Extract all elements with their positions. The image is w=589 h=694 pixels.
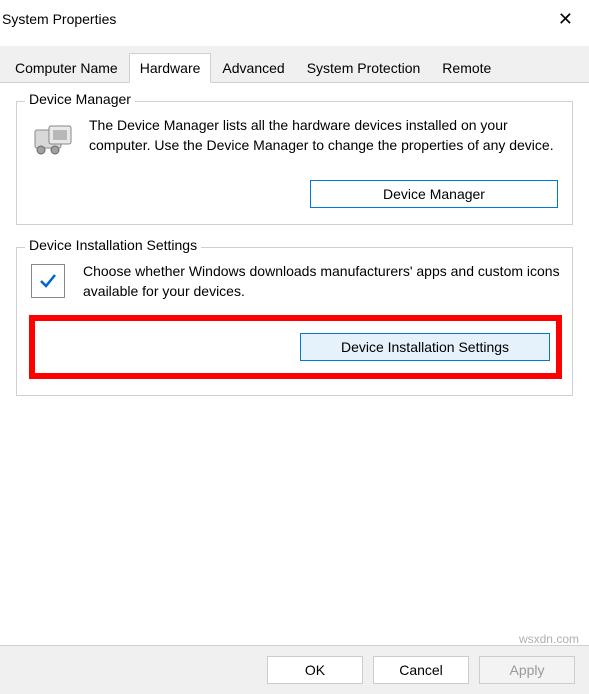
tab-remote[interactable]: Remote (431, 53, 502, 83)
titlebar: System Properties ✕ (0, 0, 589, 32)
watermark: wsxdn.com (519, 632, 579, 646)
tab-computer-name[interactable]: Computer Name (4, 53, 129, 83)
dialog-footer: OK Cancel Apply (0, 645, 589, 694)
tab-system-protection[interactable]: System Protection (296, 53, 432, 83)
ok-button[interactable]: OK (267, 656, 363, 684)
groupbox-title: Device Installation Settings (25, 237, 201, 253)
device-manager-button[interactable]: Device Manager (310, 180, 558, 208)
tab-panel-hardware: Device Manager The Device Manager lists … (0, 83, 589, 436)
tab-advanced[interactable]: Advanced (211, 53, 295, 83)
groupbox-device-manager: Device Manager The Device Manager lists … (16, 101, 573, 225)
groupbox-title: Device Manager (25, 91, 135, 107)
device-installation-settings-button[interactable]: Device Installation Settings (300, 333, 550, 361)
groupbox-device-installation-settings: Device Installation Settings Choose whet… (16, 247, 573, 396)
tab-strip: Computer Name Hardware Advanced System P… (0, 46, 589, 83)
device-installation-description: Choose whether Windows downloads manufac… (83, 262, 560, 301)
device-manager-description: The Device Manager lists all the hardwar… (89, 116, 560, 155)
close-icon[interactable]: ✕ (550, 9, 581, 30)
checkmark-icon (31, 264, 65, 298)
tab-hardware[interactable]: Hardware (129, 53, 212, 83)
cancel-button[interactable]: Cancel (373, 656, 469, 684)
window-title: System Properties (2, 11, 116, 27)
apply-button[interactable]: Apply (479, 656, 575, 684)
hardware-icon (29, 116, 77, 164)
annotation-highlight: Device Installation Settings (29, 315, 562, 379)
